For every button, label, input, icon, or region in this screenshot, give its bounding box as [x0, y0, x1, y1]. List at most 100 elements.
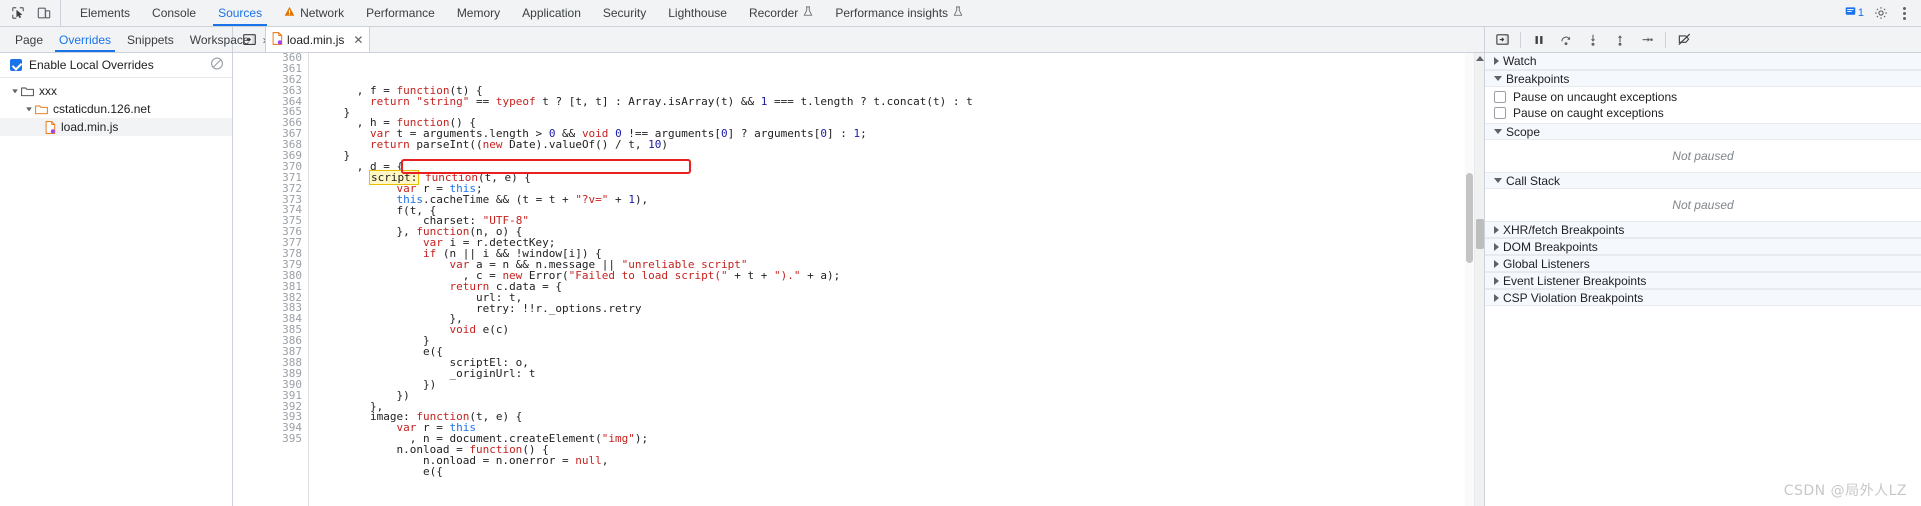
sidebar-section-label: CSP Violation Breakpoints	[1503, 290, 1644, 305]
code-line: }	[317, 149, 351, 163]
tab-network-label: Network	[300, 6, 345, 20]
line-number-gutter: 360 361 362 363 364 365 366 367 368 369 370 371 372 3…	[273, 53, 308, 506]
tab-recorder[interactable]: Recorder	[738, 0, 824, 26]
tab-memory[interactable]: Memory	[446, 0, 511, 26]
panel-vertical-scrollbar[interactable]	[1474, 53, 1484, 506]
chevron-down-icon[interactable]	[1494, 178, 1502, 183]
tab-performance-insights[interactable]: Performance insights	[824, 0, 974, 26]
chevron-down-icon[interactable]	[1494, 76, 1502, 81]
editor-vertical-scrollbar[interactable]	[1465, 53, 1474, 506]
tab-console[interactable]: Console	[141, 0, 207, 26]
tab-application[interactable]: Application	[511, 0, 592, 26]
tab-sources[interactable]: Sources	[207, 0, 273, 26]
toolbar-divider	[1665, 31, 1666, 48]
toolbar-right-group: 1	[1842, 0, 1921, 26]
tab-performance-label: Performance	[366, 6, 435, 20]
nav-tab-workspace-label: Workspace	[189, 32, 250, 47]
scrollbar-thumb[interactable]	[1476, 219, 1484, 249]
sidebar-section-xhr-fetch-breakpoints[interactable]: XHR/fetch Breakpoints	[1485, 221, 1921, 238]
tree-row-folder-domain[interactable]: cstaticdun.126.net	[0, 100, 232, 118]
enable-overrides-label: Enable Local Overrides	[29, 58, 154, 72]
nav-tab-page[interactable]: Page	[7, 27, 51, 52]
chevron-right-icon[interactable]	[1494, 57, 1499, 65]
sidebar-section-scope[interactable]: Scope	[1485, 123, 1921, 140]
chevron-down-icon[interactable]	[8, 87, 21, 95]
sidebar-section-call-stack[interactable]: Call Stack	[1485, 172, 1921, 189]
chevron-right-icon[interactable]	[1494, 259, 1499, 268]
inspect-cursor-icon[interactable]	[6, 2, 30, 25]
debugger-sidebar-panel: Watch Breakpoints Pause on uncaught except…	[1484, 53, 1921, 506]
code-line: return parseInt((new Date).valueOf() / t…	[369, 138, 669, 152]
tab-elements[interactable]: Elements	[69, 0, 141, 26]
step-out-icon[interactable]	[1607, 28, 1633, 52]
device-toolbar-icon[interactable]	[32, 2, 56, 25]
tab-application-label: Application	[522, 6, 581, 20]
sidebar-section-dom-breakpoints[interactable]: DOM Breakpoints	[1485, 238, 1921, 255]
step-over-icon[interactable]	[1553, 28, 1579, 52]
devtools-main-toolbar: Elements Console Sources Network Perform…	[0, 0, 1921, 27]
breakpoint-option-row[interactable]: Pause on caught exceptions	[1485, 105, 1921, 121]
editor-tab-load-min-js[interactable]: load.min.js ✕	[265, 27, 371, 52]
tab-network[interactable]: Network	[273, 0, 355, 26]
step-into-icon[interactable]	[1580, 28, 1606, 52]
breakpoint-option-label: Pause on caught exceptions	[1513, 106, 1664, 120]
show-debugger-sidebar-icon[interactable]	[1489, 28, 1515, 52]
sidebar-section-label: Call Stack	[1506, 173, 1561, 188]
close-icon[interactable]: ✕	[353, 34, 363, 46]
nav-tab-overrides[interactable]: Overrides	[51, 27, 119, 52]
debugger-controls-toolbar	[1484, 27, 1921, 52]
nav-tab-workspace[interactable]: Workspace	[182, 27, 258, 52]
code-line: image: function(t, e) {	[317, 410, 523, 424]
issues-counter-button[interactable]: 1	[1842, 6, 1867, 20]
deactivate-breakpoints-icon[interactable]	[1671, 28, 1697, 52]
enable-overrides-checkbox[interactable]	[10, 59, 22, 71]
clear-overrides-icon[interactable]	[210, 57, 224, 74]
enable-local-overrides-row[interactable]: Enable Local Overrides	[0, 53, 232, 78]
chevron-right-icon[interactable]	[1494, 242, 1499, 251]
sidebar-section-breakpoints[interactable]: Breakpoints	[1485, 70, 1921, 87]
code-line: return "string" == typeof t ? [t, t] : A…	[369, 94, 973, 108]
toolbar-left-icon-group	[0, 0, 61, 26]
chevron-down-icon[interactable]	[1494, 129, 1502, 134]
code-content[interactable]: , f = function(t) { return "string" == t…	[308, 53, 1474, 506]
breakpoint-gutter[interactable]	[233, 53, 273, 506]
scroll-up-arrow-icon[interactable]	[1476, 56, 1484, 61]
chevron-right-icon[interactable]	[1494, 293, 1499, 302]
watermark: CSDN @局外人LZ	[1783, 483, 1907, 499]
tab-recorder-label: Recorder	[748, 6, 799, 20]
chevron-down-icon[interactable]	[22, 105, 35, 113]
sidebar-section-label: Watch	[1503, 54, 1537, 68]
code-editor[interactable]: 360 361 362 363 364 365 366 367 368 369 370 371 372 3…	[233, 53, 1474, 506]
chevron-right-icon[interactable]	[1494, 276, 1499, 285]
tab-lighthouse[interactable]: Lighthouse	[657, 0, 738, 26]
scrollbar-thumb[interactable]	[1466, 173, 1473, 263]
tree-row-file-load-min-js[interactable]: load.min.js	[0, 118, 232, 136]
sidebar-section-watch[interactable]: Watch	[1485, 53, 1921, 70]
folder-override-icon	[35, 104, 48, 115]
sidebar-section-label: Breakpoints	[1506, 71, 1570, 86]
folder-icon	[21, 86, 34, 97]
more-vertical-icon[interactable]	[1895, 6, 1914, 20]
tab-performance[interactable]: Performance	[355, 0, 446, 26]
editor-tab-label: load.min.js	[287, 32, 345, 47]
sidebar-section-global-listeners[interactable]: Global Listeners	[1485, 255, 1921, 272]
breakpoint-option-row[interactable]: Pause on uncaught exceptions	[1485, 89, 1921, 105]
sidebar-section-event-listener-breakpoints[interactable]: Event Listener Breakpoints	[1485, 272, 1921, 289]
step-icon[interactable]	[1634, 28, 1660, 52]
chevron-right-icon[interactable]	[1494, 225, 1499, 234]
breakpoint-option-checkbox[interactable]	[1494, 91, 1506, 103]
line-number: 395	[282, 432, 302, 446]
experiment-flask-icon	[953, 6, 963, 20]
code-line: })	[317, 388, 410, 402]
tree-row-folder-xxx[interactable]: xxx	[0, 82, 232, 100]
nav-tab-snippets[interactable]: Snippets	[119, 27, 182, 52]
gear-icon[interactable]	[1869, 2, 1893, 25]
breakpoint-option-checkbox[interactable]	[1494, 107, 1506, 119]
sidebar-section-label: Global Listeners	[1503, 256, 1590, 271]
pause-icon[interactable]	[1526, 28, 1552, 52]
not-paused-message: Not paused	[1672, 198, 1734, 212]
sidebar-section-csp-violation-breakpoints[interactable]: CSP Violation Breakpoints	[1485, 289, 1921, 306]
tab-security[interactable]: Security	[592, 0, 657, 26]
nav-tab-page-label: Page	[15, 32, 44, 47]
tab-memory-label: Memory	[456, 6, 501, 20]
